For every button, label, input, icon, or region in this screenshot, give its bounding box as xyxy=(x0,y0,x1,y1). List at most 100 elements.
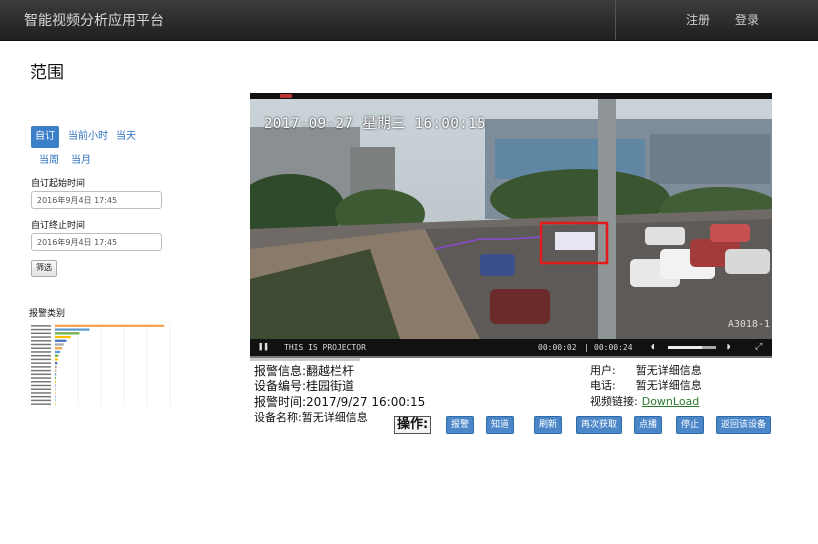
chart-category-label xyxy=(31,399,51,402)
nav-divider xyxy=(615,0,616,40)
login-link[interactable]: 登录 xyxy=(735,11,759,28)
chart-bar xyxy=(55,354,59,357)
chart-axes xyxy=(54,324,171,406)
chart-bar xyxy=(55,365,57,368)
range-this-month-button[interactable]: 当月 xyxy=(67,150,95,172)
chart-bar xyxy=(55,376,56,380)
range-today-button[interactable]: 当天 xyxy=(112,126,140,148)
chart-bar xyxy=(55,358,58,361)
alarm-category-chart xyxy=(31,324,171,406)
alarm-time-row: 报警时间:2017/9/27 16:00:15 xyxy=(254,393,425,410)
chart-category-label xyxy=(31,373,51,376)
player-controls: ❚❚ THIS IS PROJECTOR 00:00:02 | 00:00:24… xyxy=(250,339,772,356)
start-time-label: 自订起始时间 xyxy=(31,179,86,189)
chart-bar xyxy=(55,350,61,354)
chart-bar xyxy=(55,373,57,376)
device-no-row: 设备编号:桂园街道 xyxy=(254,377,354,394)
mute-icon[interactable]: ◗ xyxy=(726,342,731,352)
scope-title: 范围 xyxy=(30,63,64,83)
chart-bar xyxy=(55,328,90,331)
pause-icon[interactable]: ❚❚ xyxy=(258,342,269,352)
device-no-label: 设备编号: xyxy=(254,379,307,393)
phone-value: 暂无详细信息 xyxy=(635,379,702,392)
chart-category-label xyxy=(31,332,51,335)
user-row: 用户: 暂无详细信息 xyxy=(590,362,702,378)
chart-bar xyxy=(55,324,165,327)
chart-bar xyxy=(55,343,64,346)
play-on-demand-button[interactable]: 点播 xyxy=(634,416,663,434)
chart-bar xyxy=(55,339,67,342)
volume-slider[interactable] xyxy=(668,346,716,349)
chart-category-label xyxy=(31,351,51,353)
chart-category-label xyxy=(31,362,51,364)
acknowledge-button[interactable]: 知道 xyxy=(486,416,515,434)
alarm-info-panel: 报警信息:翻越栏杆 设备编号:桂园街道 报警时间:2017/9/27 16:00… xyxy=(250,356,772,436)
alarm-button[interactable]: 报警 xyxy=(446,416,475,434)
current-time: 00:00:02 xyxy=(538,343,577,352)
alarm-time-label: 报警时间: xyxy=(254,395,307,409)
end-time-label: 自订终止时间 xyxy=(31,221,86,231)
osd-timestamp: 2017-09-27 星期三 16:00:15 xyxy=(264,116,487,132)
fetch-again-button[interactable]: 再次获取 xyxy=(576,416,623,434)
top-navbar: 智能视频分析应用平台 注册 登录 xyxy=(0,0,818,41)
download-link[interactable]: DownLoad xyxy=(642,395,700,408)
chart-bar xyxy=(55,388,56,391)
chart-category-label xyxy=(31,325,51,327)
chart-category-label xyxy=(31,403,51,405)
light-pole xyxy=(598,99,616,339)
volume-level xyxy=(668,346,702,349)
filter-button[interactable]: 筛选 xyxy=(31,260,57,277)
chart-category-label xyxy=(31,377,51,379)
register-link[interactable]: 注册 xyxy=(686,11,710,28)
chart-category-label xyxy=(31,395,51,398)
chart-bar xyxy=(55,403,56,406)
fullscreen-icon[interactable]: ⤢ xyxy=(755,342,762,352)
chart-category-label xyxy=(31,347,51,349)
chart-bars xyxy=(31,324,165,406)
device-name-value: 暂无详细信息 xyxy=(301,411,368,424)
refresh-button[interactable]: 刷新 xyxy=(534,416,563,434)
chart-bar xyxy=(55,347,63,350)
video-link-row: 视频链接: DownLoad xyxy=(590,393,699,409)
phone-row: 电话: 暂无详细信息 xyxy=(590,377,702,393)
chart-bar xyxy=(55,332,80,335)
stop-button[interactable]: 停止 xyxy=(676,416,705,434)
chart-category-label xyxy=(31,384,51,387)
time-separator: | xyxy=(584,343,589,352)
car-dark-red xyxy=(490,289,550,324)
user-value: 暂无详细信息 xyxy=(635,364,702,377)
alarm-info-value: 翻越栏杆 xyxy=(306,364,355,378)
app-title[interactable]: 智能视频分析应用平台 xyxy=(24,10,164,30)
alarm-category-title: 报警类别 xyxy=(29,309,66,319)
back-to-device-button[interactable]: 返回该设备 xyxy=(716,416,772,434)
device-no-value: 桂园街道 xyxy=(306,379,355,393)
chart-bar xyxy=(55,335,71,339)
chart-category-label xyxy=(31,340,51,342)
device-name-row: 设备名称:暂无详细信息 xyxy=(254,409,368,425)
chart-category-label xyxy=(31,366,51,368)
start-time-input[interactable]: 2016年9月4日 17:45 xyxy=(31,191,162,209)
chart-category-label xyxy=(31,358,51,361)
chart-bar xyxy=(55,380,56,383)
chart-category-label xyxy=(31,388,51,390)
operations-label: 操作: xyxy=(394,416,432,434)
alarm-time-value: 2017/9/27 16:00:15 xyxy=(306,395,426,409)
user-label: 用户: xyxy=(590,364,616,377)
chart-bar xyxy=(55,384,56,387)
alarm-info-label: 报警信息: xyxy=(254,364,307,378)
range-this-week-button[interactable]: 当周 xyxy=(35,150,63,172)
progress-fill xyxy=(250,358,360,361)
video-frame xyxy=(250,99,772,339)
range-current-hour-button[interactable]: 当前小时 xyxy=(64,126,112,148)
video-player[interactable]: 2017-09-27 星期三 16:00:15 A3018-1 ❚❚ THIS … xyxy=(250,93,772,356)
video-link-label: 视频链接: xyxy=(590,395,638,408)
chart-category-label xyxy=(31,343,51,346)
record-indicator-icon xyxy=(280,94,292,98)
osd-camera-id: A3018-1 xyxy=(727,319,770,330)
range-custom-button[interactable]: 自订 xyxy=(31,126,59,148)
phone-label: 电话: xyxy=(590,379,616,392)
end-time-input[interactable]: 2016年9月4日 17:45 xyxy=(31,233,162,251)
total-time: 00:00:24 xyxy=(594,343,633,352)
volume-icon[interactable]: ◖ xyxy=(650,342,655,352)
chart-bar xyxy=(55,362,58,365)
